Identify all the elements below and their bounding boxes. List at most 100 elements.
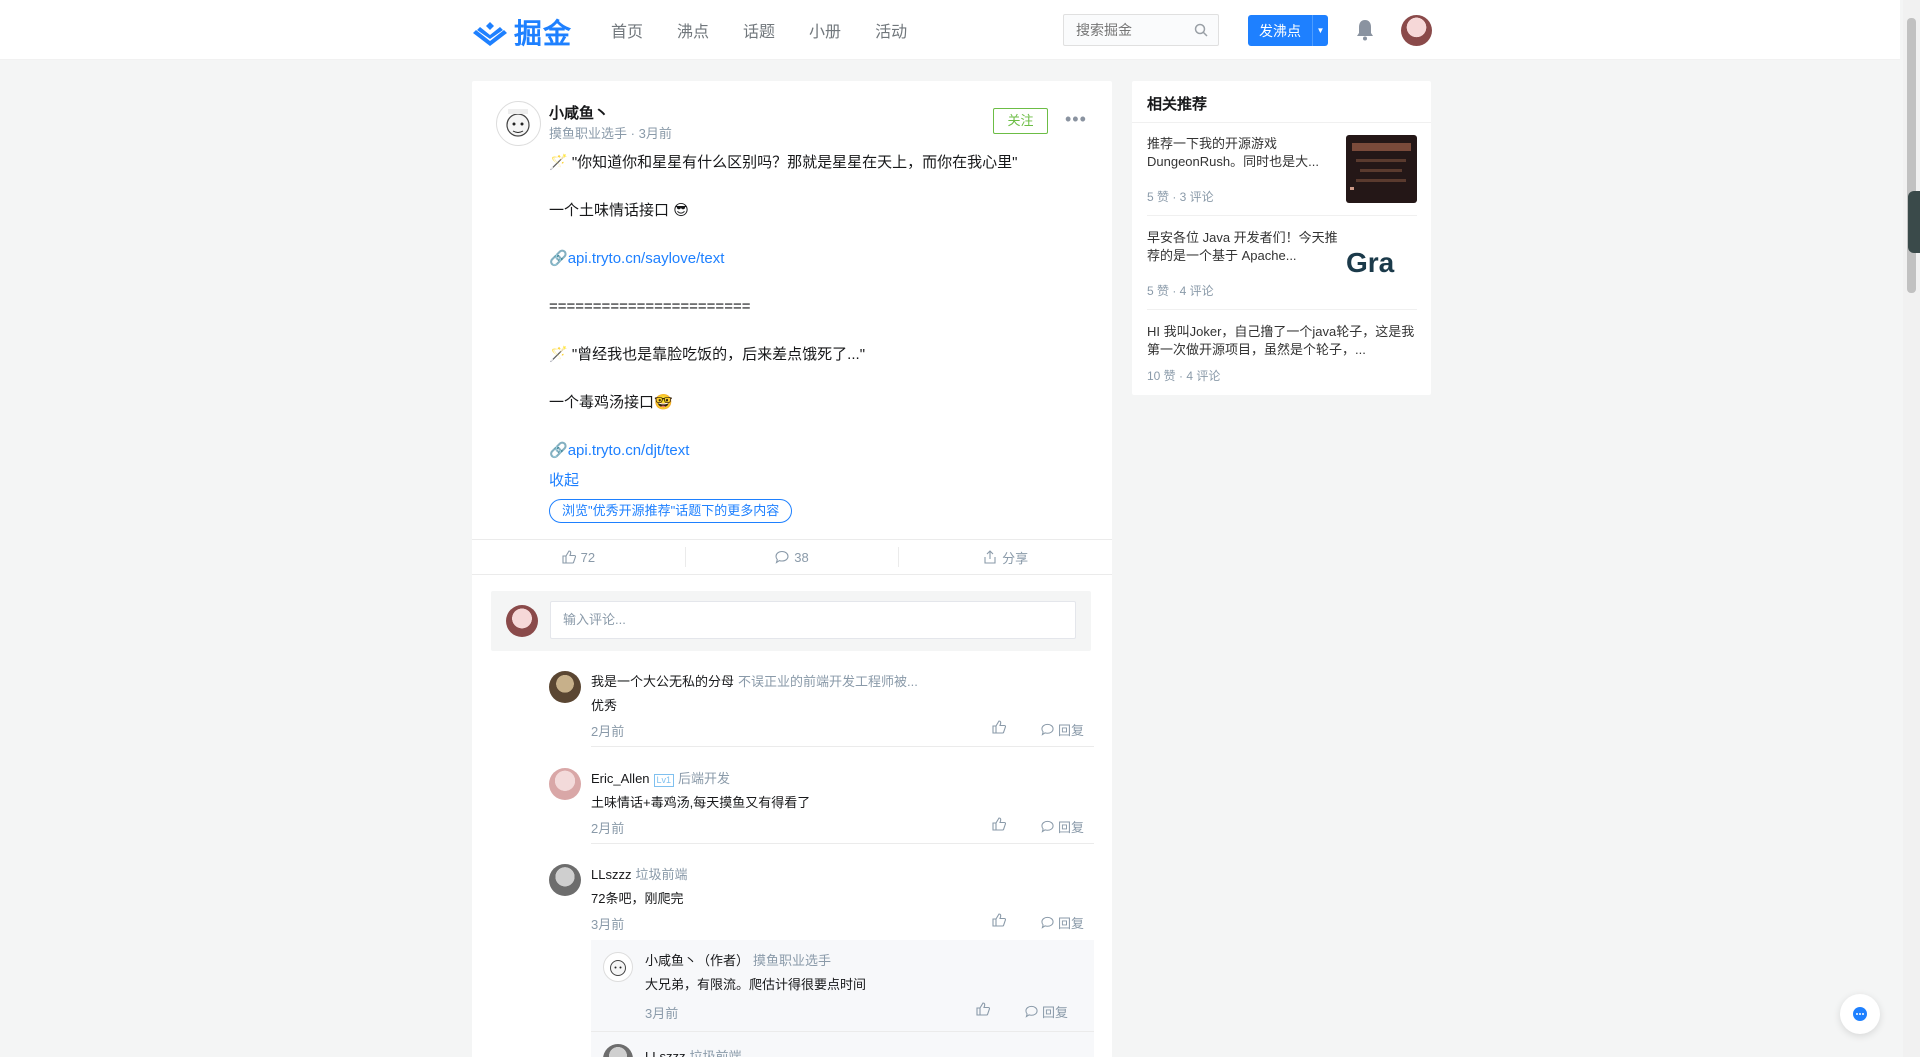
sub-comment-divider (591, 1031, 1094, 1032)
follow-button[interactable]: 关注 (993, 108, 1048, 134)
more-icon[interactable]: ••• (1065, 109, 1087, 130)
comment-icon (1041, 916, 1054, 929)
related-item-text: HI 我叫Joker，自己撸了一个java轮子，这是我第一次做开源项目，虽然是个… (1147, 324, 1415, 357)
content-line-3: 🪄 "曾经我也是靠脸吃饭的，后来差点饿死了..." (549, 343, 1089, 367)
related-item[interactable]: 早安各位 Java 开发者们！今天推荐的是一个基于 Apache... 5 赞 … (1147, 229, 1417, 310)
pin-content: 🪄 "你知道你和星星有什么区别吗？那就是星星在天上，而你在我心里" 一个土味情话… (549, 151, 1089, 487)
sub-commenter-role: 垃圾前端 (689, 1049, 742, 1057)
bell-icon[interactable] (1355, 19, 1375, 46)
related-item-text: 早安各位 Java 开发者们！今天推荐的是一个基于 Apache... (1147, 230, 1338, 263)
search-icon[interactable] (1194, 23, 1208, 42)
level-badge: Lv1 (653, 774, 675, 787)
commenter-name[interactable]: LLszzz (591, 867, 631, 882)
reply-label: 回复 (1058, 723, 1085, 738)
user-avatar[interactable] (1401, 15, 1432, 46)
comment-text: 土味情话+毒鸡汤,每天摸鱼又有得看了 (591, 795, 811, 810)
post-pin-label: 发沸点 (1259, 22, 1301, 39)
action-bar: 72 38 分享 (472, 539, 1112, 575)
commenter-avatar[interactable] (549, 671, 581, 703)
related-item[interactable]: HI 我叫Joker，自己撸了一个java轮子，这是我第一次做开源项目，虽然是个… (1147, 323, 1417, 383)
reply-button[interactable]: 回复 (1025, 1002, 1068, 1021)
comment-item: Eric_Allen Lv1 后端开发 土味情话+毒鸡汤,每天摸鱼又有得看了 2月前… (549, 768, 1094, 848)
collapse-link[interactable]: 收起 (549, 469, 579, 490)
thumbs-up-icon[interactable] (992, 913, 1007, 932)
main-nav: 首页 沸点 话题 小册 活动 (611, 0, 907, 60)
reply-button[interactable]: 回复 (1041, 913, 1084, 932)
author-meta: 摸鱼职业选手 · 3月前 (549, 123, 672, 142)
chat-float-button[interactable] (1840, 994, 1880, 1034)
comment-compose: 输入评论... (491, 591, 1091, 651)
author-title: 摸鱼职业选手 (549, 126, 628, 141)
love-api-desc: 一个土味情话接口 (549, 202, 670, 219)
commenter-role: 垃圾前端 (635, 867, 688, 882)
juejin-logo[interactable]: 掘金 (472, 12, 572, 52)
post-pin-button[interactable]: 发沸点 ▼ (1248, 15, 1328, 46)
search-box (1063, 14, 1219, 46)
nav-events[interactable]: 活动 (875, 18, 907, 42)
share-button[interactable]: 分享 (898, 547, 1112, 567)
side-handle[interactable] (1908, 191, 1920, 253)
sub-comments: 小咸鱼丶（作者） 摸鱼职业选手 大兄弟，有限流。爬估计得很要点时间 3月前 回复 … (591, 940, 1094, 1057)
comment-icon (1041, 820, 1054, 833)
related-item-meta: 5 赞 · 4 评论 (1147, 284, 1214, 298)
comment-text: 72条吧，刚爬完 (591, 891, 684, 906)
nav-pins[interactable]: 沸点 (677, 18, 709, 42)
related-item-text: 推荐一下我的开源游戏DungeonRush。同时也是大... (1147, 136, 1319, 169)
reply-button[interactable]: 回复 (1041, 720, 1084, 739)
quote-love: "你知道你和星星有什么区别吗？那就是星星在天上，而你在我心里" (571, 154, 1018, 171)
nav-home[interactable]: 首页 (611, 18, 643, 42)
pin-card: 小咸鱼丶 摸鱼职业选手 · 3月前 关注 ••• 🪄 "你知道你和星星有什么区别… (472, 81, 1112, 1057)
sidebar-title: 相关推荐 (1147, 96, 1208, 113)
page-scrollbar[interactable] (1903, 0, 1920, 1057)
reply-button[interactable]: 回复 (1041, 817, 1084, 836)
related-item-thumbnail (1346, 135, 1417, 203)
magic-wand-icon: 🪄 (549, 154, 568, 171)
content-line-1: 🪄 "你知道你和星星有什么区别吗？那就是星星在天上，而你在我心里" (549, 151, 1089, 175)
comment-header: 我是一个大公无私的分母 不误正业的前端开发工程师被... (591, 671, 918, 690)
thumbs-up-icon[interactable] (992, 720, 1007, 739)
topic-tag[interactable]: 浏览"优秀开源推荐"话题下的更多内容 (549, 499, 793, 523)
thumbs-up-icon[interactable] (976, 1002, 991, 1021)
nav-topics[interactable]: 话题 (743, 18, 775, 42)
post-time: 3月前 (638, 126, 672, 141)
sub-commenter-avatar[interactable] (603, 952, 633, 982)
sunglasses-emoji-icon: 😎 (673, 202, 689, 219)
sub-commenter-avatar[interactable] (603, 1044, 633, 1057)
sidebar-divider (1132, 122, 1431, 123)
like-button[interactable]: 72 (472, 547, 685, 567)
comment-text: 优秀 (591, 698, 618, 713)
comment-header: Eric_Allen Lv1 后端开发 (591, 768, 730, 787)
reply-label: 回复 (1058, 820, 1085, 835)
reply-label: 回复 (1042, 1005, 1069, 1020)
related-item-meta: 10 赞 · 4 评论 (1147, 369, 1221, 383)
like-count: 72 (580, 549, 596, 565)
commenter-role: 不误正业的前端开发工程师被... (738, 674, 918, 689)
author-avatar[interactable] (496, 101, 541, 146)
related-item[interactable]: 推荐一下我的开源游戏DungeonRush。同时也是大... 5 赞 · 3 评… (1147, 135, 1417, 216)
commenter-name[interactable]: 我是一个大公无私的分母 (591, 674, 734, 689)
nav-books[interactable]: 小册 (809, 18, 841, 42)
thumbs-up-icon[interactable] (992, 817, 1007, 836)
sub-commenter-name[interactable]: LLszzz (645, 1049, 685, 1057)
comment-input[interactable]: 输入评论... (550, 601, 1076, 639)
commenter-name[interactable]: Eric_Allen (591, 771, 650, 786)
commenter-avatar[interactable] (549, 768, 581, 800)
share-label: 分享 (1002, 550, 1029, 566)
djt-api-desc: 一个毒鸡汤接口 (549, 394, 655, 411)
comment-icon (775, 550, 789, 564)
author-name[interactable]: 小咸鱼丶 (549, 102, 609, 123)
djt-api-link[interactable]: api.tryto.cn/djt/text (568, 442, 690, 459)
love-api-link[interactable]: api.tryto.cn/saylove/text (568, 250, 725, 267)
sub-comment-time: 3月前 (645, 1006, 679, 1021)
commenter-avatar[interactable] (549, 864, 581, 896)
content-line-4: 一个毒鸡汤接口🤓 (549, 391, 1089, 415)
content-divider: ======================= (549, 298, 751, 315)
comment-header: LLszzz 垃圾前端 (591, 864, 687, 883)
comment-button[interactable]: 38 (684, 547, 899, 567)
share-icon (984, 550, 996, 564)
sub-commenter-name[interactable]: 小咸鱼丶（作者） (645, 953, 749, 968)
chevron-down-icon[interactable]: ▼ (1312, 15, 1328, 46)
search-input[interactable] (1064, 15, 1184, 45)
my-avatar (506, 605, 538, 637)
quote-djt: "曾经我也是靠脸吃饭的，后来差点饿死了..." (571, 346, 866, 363)
